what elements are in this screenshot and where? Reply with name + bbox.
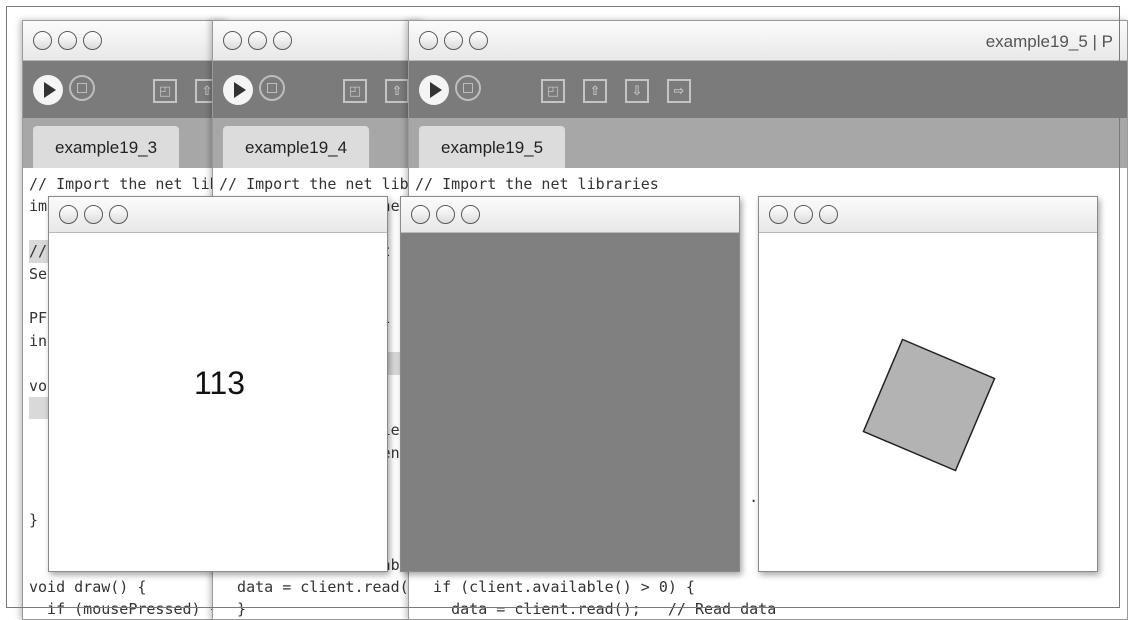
sketch-window-gray: [400, 196, 740, 572]
title-bar: [401, 197, 739, 233]
code-line: data = client.read();: [219, 578, 423, 597]
run-button[interactable]: [223, 75, 253, 105]
code-line: if (mousePressed) {: [29, 600, 219, 619]
tab-bar: example19_4: [213, 118, 423, 168]
toolbar: ◰ ⇧: [23, 61, 227, 118]
code-line: if (client.available() > 0) {: [415, 578, 695, 597]
code-line: void draw() {: [29, 578, 147, 597]
toolbar: ◰ ⇧: [213, 61, 423, 118]
title-bar: [49, 197, 387, 233]
tab-bar: example19_5: [409, 118, 1127, 168]
tab-example19-4[interactable]: example19_4: [223, 126, 370, 168]
code-line: // Import the net libraries: [219, 175, 423, 193]
close-window-icon[interactable]: [419, 31, 438, 50]
minimize-window-icon[interactable]: [794, 205, 813, 224]
minimize-window-icon[interactable]: [248, 31, 267, 50]
code-line: data = client.read(); // Read data: [415, 600, 777, 619]
zoom-window-icon[interactable]: [273, 31, 292, 50]
code-line: }: [219, 600, 247, 619]
stop-icon: [77, 83, 87, 93]
minimize-window-icon[interactable]: [436, 205, 455, 224]
open-file-button[interactable]: ⇧: [583, 79, 607, 103]
stop-button[interactable]: [259, 75, 285, 101]
play-icon: [430, 82, 442, 98]
toolbar: ◰ ⇧ ⇩ ⇨: [409, 61, 1127, 118]
open-file-button[interactable]: ⇧: [385, 79, 409, 103]
zoom-window-icon[interactable]: [819, 205, 838, 224]
close-window-icon[interactable]: [59, 205, 78, 224]
new-file-button[interactable]: ◰: [541, 79, 565, 103]
zoom-window-icon[interactable]: [109, 205, 128, 224]
stop-button[interactable]: [455, 75, 481, 101]
minimize-window-icon[interactable]: [58, 31, 77, 50]
sketch-window-square: [758, 196, 1098, 572]
play-icon: [234, 82, 246, 98]
close-window-icon[interactable]: [411, 205, 430, 224]
minimize-window-icon[interactable]: [444, 31, 463, 50]
sketch-canvas[interactable]: [401, 233, 739, 571]
tab-bar: example19_3: [23, 118, 227, 168]
code-line: // Import the net libraries: [29, 175, 227, 193]
stop-icon: [463, 83, 473, 93]
stop-button[interactable]: [69, 75, 95, 101]
play-icon: [44, 82, 56, 98]
minimize-window-icon[interactable]: [84, 205, 103, 224]
stop-icon: [267, 83, 277, 93]
title-bar: example19_5 | P: [409, 21, 1127, 61]
square-canvas: [862, 338, 996, 472]
tab-example19-5[interactable]: example19_5: [419, 126, 566, 168]
title-bar: [213, 21, 423, 61]
zoom-window-icon[interactable]: [83, 31, 102, 50]
new-file-button[interactable]: ◰: [343, 79, 367, 103]
close-window-icon[interactable]: [223, 31, 242, 50]
window-title: example19_5 | P: [985, 32, 1113, 51]
sketch-canvas[interactable]: 113: [49, 233, 387, 571]
title-bar: [759, 197, 1097, 233]
counter-value: 113: [194, 365, 246, 401]
code-line: // Import the net libraries: [415, 175, 659, 193]
run-button[interactable]: [419, 75, 449, 105]
close-window-icon[interactable]: [33, 31, 52, 50]
title-bar: [23, 21, 227, 61]
save-file-button[interactable]: ⇩: [625, 79, 649, 103]
close-window-icon[interactable]: [769, 205, 788, 224]
sketch-canvas[interactable]: [759, 233, 1097, 571]
zoom-window-icon[interactable]: [461, 205, 480, 224]
tab-example19-3[interactable]: example19_3: [33, 126, 180, 168]
zoom-window-icon[interactable]: [469, 31, 488, 50]
export-button[interactable]: ⇨: [667, 79, 691, 103]
new-file-button[interactable]: ◰: [153, 79, 177, 103]
sketch-window-counter: 113: [48, 196, 388, 572]
rotating-square: [862, 338, 996, 472]
run-button[interactable]: [33, 75, 63, 105]
